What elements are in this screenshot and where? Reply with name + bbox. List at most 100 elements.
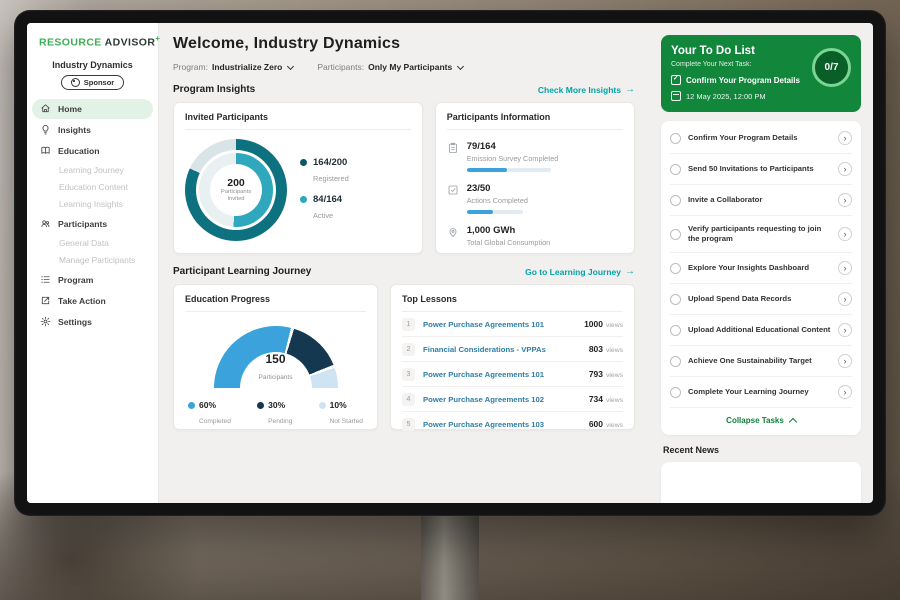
invited-participants-card: Invited Participants 200 Participants In… — [173, 102, 423, 254]
lesson-link[interactable]: Power Purchase Agreements 103 — [423, 420, 581, 429]
completed-dot-icon — [188, 402, 195, 409]
task-checkbox[interactable] — [670, 164, 681, 175]
sidebar-item-label: Settings — [58, 317, 92, 327]
go-to-learning-journey-link[interactable]: Go to Learning Journey — [525, 266, 635, 277]
logo-advisor: ADVISOR — [105, 37, 156, 49]
lesson-rank: 4 — [402, 393, 415, 406]
card-title: Top Lessons — [402, 294, 623, 312]
chevron-up-icon — [789, 418, 797, 426]
todo-task-row[interactable]: Confirm Your Program Details — [670, 123, 852, 154]
invited-donut-chart: 200 Participants Invited — [185, 139, 287, 241]
invited-legend: 164/200 Registered 84/164 Active — [300, 149, 349, 231]
donut-center-value: 200 — [227, 177, 245, 189]
todo-task-row[interactable]: Explore Your Insights Dashboard — [670, 253, 852, 284]
metric-row: 23/50 Actions Completed — [447, 183, 623, 214]
sidebar-item-education-content[interactable]: Education Content — [32, 179, 153, 196]
sponsor-badge[interactable]: Sponsor — [61, 75, 124, 90]
legend-item: 60% Completed — [188, 400, 231, 428]
lesson-link[interactable]: Power Purchase Agreements 101 — [423, 370, 581, 379]
sidebar-item-label: Home — [58, 104, 82, 114]
task-checkbox[interactable] — [670, 325, 681, 336]
lesson-row: 2 Financial Considerations - VPPAs 803vi… — [402, 337, 623, 362]
arrow-right-icon — [625, 84, 635, 95]
gauge-center-label: Participants — [259, 374, 293, 381]
sidebar-item-take-action[interactable]: Take Action — [32, 291, 153, 311]
progress-bar — [467, 168, 551, 172]
task-open-button[interactable] — [838, 162, 852, 176]
org-name: Industry Dynamics — [27, 60, 158, 70]
legend-item: 164/200 Registered — [300, 157, 349, 186]
task-open-button[interactable] — [838, 354, 852, 368]
task-open-button[interactable] — [838, 323, 852, 337]
external-arrow-icon — [40, 295, 51, 306]
metric-row: 79/164 Emission Survey Completed — [447, 141, 623, 172]
task-open-button[interactable] — [838, 131, 852, 145]
recent-news-title: Recent News — [663, 445, 859, 455]
todo-task-row[interactable]: Complete Your Learning Journey — [670, 377, 852, 408]
sidebar-item-label: Manage Participants — [59, 255, 135, 265]
sidebar-item-label: Program — [58, 275, 93, 285]
next-task-date: 12 May 2025, 12:00 PM — [686, 92, 766, 101]
task-checkbox[interactable] — [670, 263, 681, 274]
task-open-button[interactable] — [838, 193, 852, 207]
lesson-views: 793views — [589, 369, 623, 379]
lesson-views: 600views — [589, 419, 623, 429]
sidebar-item-insights[interactable]: Insights — [32, 120, 153, 140]
lesson-link[interactable]: Power Purchase Agreements 101 — [423, 320, 576, 329]
lesson-link[interactable]: Financial Considerations - VPPAs — [423, 345, 581, 354]
task-checkbox[interactable] — [670, 356, 681, 367]
education-legend: 60% Completed 30% Pending 10% — [185, 400, 366, 428]
active-dot-icon — [300, 196, 307, 203]
task-open-button[interactable] — [838, 261, 852, 275]
task-checkbox[interactable] — [670, 387, 681, 398]
gauge-center: 150 Participants — [214, 352, 338, 384]
sidebar-item-manage-participants[interactable]: Manage Participants — [32, 252, 153, 269]
program-value: Industrialize Zero — [212, 62, 282, 72]
legend-item: 10% Not Started — [319, 400, 363, 428]
education-gauge-chart: 150 Participants — [214, 326, 338, 388]
page-title: Welcome, Industry Dynamics — [173, 35, 635, 53]
location-pin-icon — [447, 226, 459, 238]
sidebar-item-label: Education — [58, 146, 100, 156]
insights-cards-row: Invited Participants 200 Participants In… — [173, 102, 635, 254]
collapse-tasks-link[interactable]: Collapse Tasks — [670, 408, 852, 431]
checklist-icon — [447, 184, 459, 196]
participants-value: Only My Participants — [368, 62, 452, 72]
sidebar-item-participants[interactable]: Participants — [32, 214, 153, 234]
sidebar-item-settings[interactable]: Settings — [32, 312, 153, 332]
sidebar-item-home[interactable]: Home — [32, 99, 153, 119]
task-checkbox[interactable] — [670, 195, 681, 206]
lesson-link[interactable]: Power Purchase Agreements 102 — [423, 395, 581, 404]
task-checkbox[interactable] — [670, 229, 681, 240]
sidebar-item-general-data[interactable]: General Data — [32, 235, 153, 252]
card-title: Participants Information — [447, 112, 623, 130]
check-more-insights-link[interactable]: Check More Insights — [538, 84, 635, 95]
todo-task-row[interactable]: Upload Additional Educational Content — [670, 315, 852, 346]
participants-select[interactable]: Participants: Only My Participants — [317, 62, 463, 72]
program-select[interactable]: Program: Industrialize Zero — [173, 62, 293, 72]
task-open-button[interactable] — [838, 227, 852, 241]
task-checkbox[interactable] — [670, 133, 681, 144]
task-open-button[interactable] — [838, 292, 852, 306]
todo-task-row[interactable]: Send 50 Invitations to Participants — [670, 154, 852, 185]
sidebar-item-label: Learning Journey — [59, 165, 124, 175]
lesson-views: 1000views — [584, 319, 623, 329]
sidebar-item-program[interactable]: Program — [32, 270, 153, 290]
list-icon — [40, 274, 51, 285]
task-checkbox[interactable] — [670, 294, 681, 305]
todo-task-row[interactable]: Upload Spend Data Records — [670, 284, 852, 315]
sidebar-item-label: Learning Insights — [59, 199, 123, 209]
todo-header-card: Your To Do List Complete Your Next Task:… — [661, 35, 861, 112]
next-task-date-row: 12 May 2025, 12:00 PM — [671, 91, 851, 101]
lesson-row: 4 Power Purchase Agreements 102 734views — [402, 387, 623, 412]
sidebar-item-learning-journey[interactable]: Learning Journey — [32, 162, 153, 179]
next-task-label: Confirm Your Program Details — [686, 76, 800, 85]
sidebar-item-education[interactable]: Education — [32, 141, 153, 161]
sidebar-item-learning-insights[interactable]: Learning Insights — [32, 196, 153, 213]
task-open-button[interactable] — [838, 385, 852, 399]
lesson-rank: 2 — [402, 343, 415, 356]
todo-task-row[interactable]: Achieve One Sustainability Target — [670, 346, 852, 377]
todo-task-row[interactable]: Verify participants requesting to join t… — [670, 216, 852, 253]
home-icon — [40, 103, 51, 114]
todo-task-row[interactable]: Invite a Collaborator — [670, 185, 852, 216]
